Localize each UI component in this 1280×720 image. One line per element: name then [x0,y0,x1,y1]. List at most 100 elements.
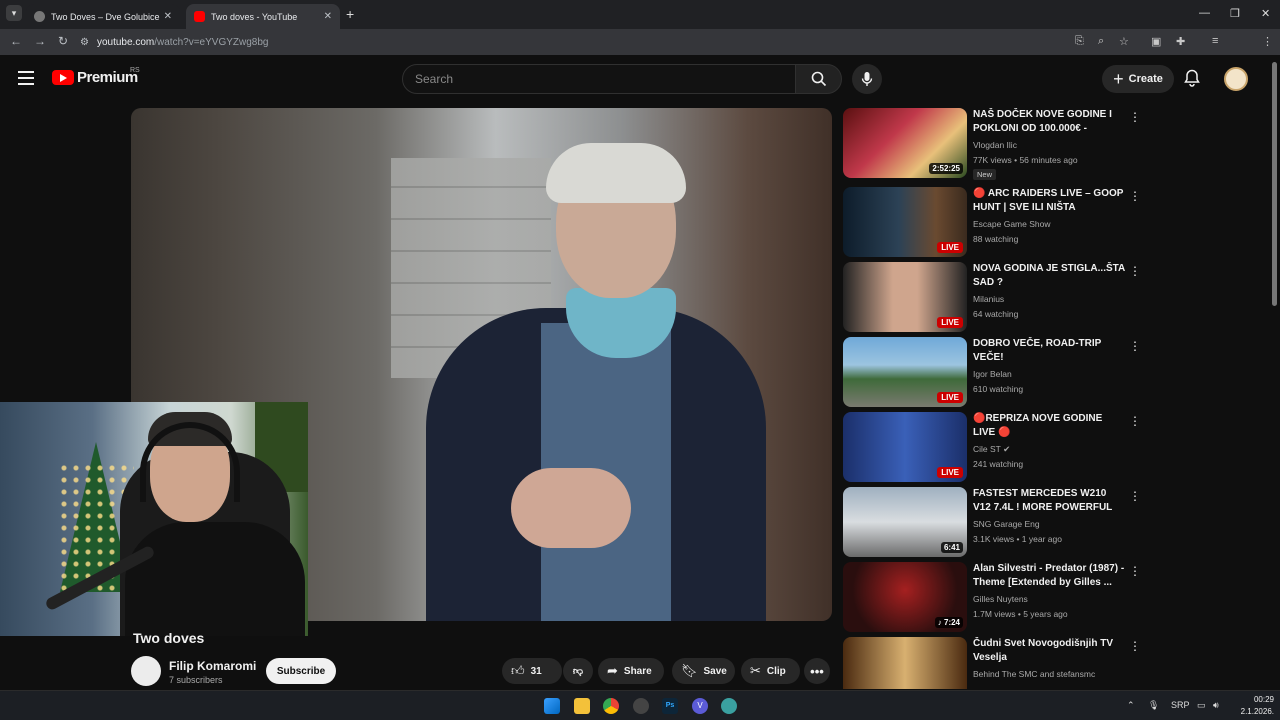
recommendation-title[interactable]: NAŠ DOČEK NOVE GODINE I POKLONI OD 100.0… [973,108,1125,136]
install-icon[interactable]: ⎘ [1075,35,1084,48]
thumbnail[interactable]: LIVE [843,412,967,482]
zoom-icon[interactable]: ⌕ [1098,35,1104,48]
recommendation-channel[interactable]: Gilles Nuytens [973,594,1028,604]
input-language[interactable]: SRP [1171,700,1190,710]
thumbnail[interactable]: LIVE [843,187,967,257]
tab-search-button[interactable]: ▾ [6,5,22,21]
reload-icon[interactable]: ↻ [58,34,68,48]
recommendation-title[interactable]: FASTEST MERCEDES W210 V12 7.4L ! MORE PO… [973,487,1125,515]
recommendation-meta: 3.1K views • 1 year ago [973,534,1062,544]
more-vertical-icon[interactable]: ⋮ [1129,564,1141,578]
account-avatar[interactable] [1224,67,1248,91]
channel-name[interactable]: Filip Komaromi [169,659,256,673]
youtube-premium-logo[interactable]: Premium RS [52,67,140,86]
subscribe-button[interactable]: Subscribe [266,658,336,684]
url-field[interactable]: ⚙ youtube.com/watch?v=eYVGYZwg8bg [80,32,1080,52]
system-clock[interactable]: 00:29 2.1.2026. [1232,694,1274,718]
more-vertical-icon[interactable]: ⋮ [1129,414,1141,428]
dislike-button[interactable]: 👎︎ [563,658,593,684]
more-actions-button[interactable]: ••• [804,658,830,684]
extension-icon[interactable]: ▣ [1151,35,1161,48]
recommendation-item[interactable]: 6:41 FASTEST MERCEDES W210 V12 7.4L ! MO… [843,487,1143,559]
obs-icon[interactable] [633,698,649,714]
more-vertical-icon[interactable]: ⋮ [1129,189,1141,203]
thumbnail[interactable]: ♪ 7:24 [843,562,967,632]
more-vertical-icon[interactable]: ⋮ [1129,264,1141,278]
close-window-icon[interactable]: ✕ [1261,7,1270,20]
thumbnail[interactable]: 2:52:25 [843,108,967,178]
bookmark-star-icon[interactable]: ☆ [1119,35,1129,48]
channel-avatar[interactable] [131,656,161,686]
tray-chevron-icon[interactable]: ⌃ [1127,700,1135,711]
page-scrollbar[interactable] [1272,62,1277,306]
maximize-icon[interactable]: ❐ [1230,7,1240,20]
vpn-icon[interactable]: V [692,698,708,714]
recommendation-channel[interactable]: Milanius [973,294,1004,304]
recommendation-channel[interactable]: Cile ST ✔ [973,444,1010,455]
file-explorer-icon[interactable] [574,698,590,714]
close-tab-icon[interactable]: ✕ [324,11,332,22]
puzzle-icon[interactable]: ✚ [1176,35,1185,48]
save-label: Save [703,665,727,677]
clip-button[interactable]: ✂ Clip [741,658,800,684]
recommendation-channel[interactable]: SNG Garage Eng [973,519,1040,529]
tab-two-doves-site[interactable]: Two Doves – Dve Golubice, dom ✕ [26,4,180,29]
recommendation-title[interactable]: 🔴 ARC RAIDERS LIVE – GOOP HUNT | SVE ILI… [973,187,1125,215]
save-button[interactable]: 🔖︎ Save [672,658,735,684]
notifications-bell-icon[interactable] [1184,69,1200,92]
photoshop-icon[interactable]: Ps [662,698,678,714]
recommendation-item[interactable]: LIVE 🔴REPRIZA NOVE GODINE LIVE 🔴 Cile ST… [843,412,1143,484]
minimize-icon[interactable]: — [1199,7,1210,19]
recommendation-channel[interactable]: Vlogdan Ilic [973,140,1017,150]
more-vertical-icon[interactable]: ⋮ [1129,639,1141,653]
recommendation-item[interactable]: Čudni Svet Novogodišnjih TV Veselja Behi… [843,637,1143,689]
search-button[interactable] [795,64,842,94]
recommendation-item[interactable]: 2:52:25 NAŠ DOČEK NOVE GODINE I POKLONI … [843,108,1143,180]
browser-menu-icon[interactable]: ⋮ [1262,35,1273,48]
subscriber-count: 7 subscribers [169,675,223,685]
tray-mic-icon[interactable]: 🎙︎ [1148,700,1159,711]
recommendation-title[interactable]: 🔴REPRIZA NOVE GODINE LIVE 🔴 [973,412,1125,440]
thumbnail[interactable]: LIVE [843,262,967,332]
network-icon[interactable]: ▭ [1197,700,1206,711]
menu-icon[interactable] [18,71,34,85]
more-vertical-icon[interactable]: ⋮ [1129,489,1141,503]
like-count: 31 [530,665,542,677]
new-tab-icon[interactable]: + [346,6,354,22]
share-button[interactable]: ➦ Share [598,658,664,684]
media-control-icon[interactable]: ≡ [1212,35,1218,47]
thumbnail[interactable]: LIVE [843,337,967,407]
forward-icon[interactable]: → [34,34,46,48]
back-icon[interactable]: ← [10,34,22,48]
recommendation-item[interactable]: LIVE 🔴 ARC RAIDERS LIVE – GOOP HUNT | SV… [843,187,1143,259]
close-tab-icon[interactable]: ✕ [164,11,172,22]
globe-app-icon[interactable] [721,698,737,714]
recommendation-channel[interactable]: Behind The SMC and stefansmc [973,669,1095,679]
microphone-icon [861,72,873,86]
recommendation-item[interactable]: LIVE NOVA GODINA JE STIGLA...ŠTA SAD ? M… [843,262,1143,334]
more-vertical-icon[interactable]: ⋮ [1129,110,1141,124]
recommendation-channel[interactable]: Escape Game Show [973,219,1050,229]
recommendation-item[interactable]: ♪ 7:24 Alan Silvestri - Predator (1987) … [843,562,1143,634]
duration-badge: ♪ 7:24 [934,617,963,628]
thumbnail[interactable] [843,637,967,689]
voice-search-button[interactable] [852,64,882,94]
recommendation-title[interactable]: Čudni Svet Novogodišnjih TV Veselja [973,637,1125,665]
search-input[interactable]: Search [402,64,796,94]
site-info-icon[interactable]: ⚙ [80,37,89,48]
thumbnail[interactable]: 6:41 [843,487,967,557]
recommendation-title[interactable]: NOVA GODINA JE STIGLA...ŠTA SAD ? [973,262,1125,290]
recommendation-title[interactable]: DOBRO VEČE, ROAD-TRIP VEČE! [973,337,1125,365]
create-label: Create [1128,73,1163,85]
recommendation-title[interactable]: Alan Silvestri - Predator (1987) - Theme… [973,562,1125,590]
tab-youtube[interactable]: Two doves - YouTube ✕ [186,4,340,29]
recommendation-item[interactable]: LIVE DOBRO VEČE, ROAD-TRIP VEČE! Igor Be… [843,337,1143,409]
recommendation-channel[interactable]: Igor Belan [973,369,1012,379]
like-button[interactable]: 👍︎ 31 [502,658,562,684]
create-button[interactable]: + Create [1102,65,1174,93]
chrome-icon[interactable] [603,698,619,714]
volume-icon[interactable]: 🔊︎ [1213,700,1219,711]
clock-time: 00:29 [1253,695,1274,704]
more-vertical-icon[interactable]: ⋮ [1129,339,1141,353]
start-icon[interactable] [544,698,560,714]
